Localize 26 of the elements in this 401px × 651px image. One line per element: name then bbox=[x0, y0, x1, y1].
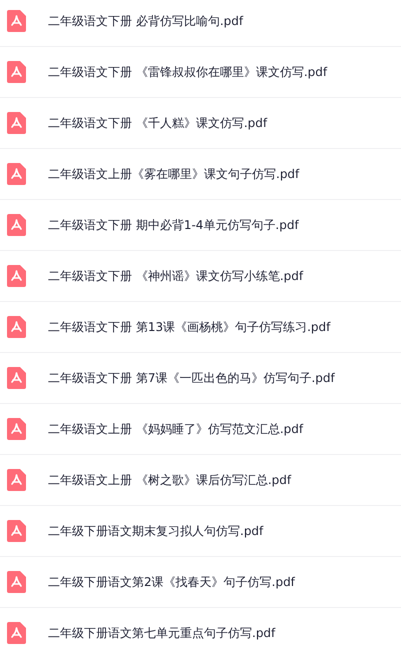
file-name[interactable]: 二年级下册语文第2课《找春天》句子仿写.pdf bbox=[48, 573, 295, 591]
pdf-file-icon bbox=[7, 367, 26, 389]
pdf-file-icon bbox=[7, 418, 26, 440]
file-name[interactable]: 二年级语文下册 第7课《一匹出色的马》仿写句子.pdf bbox=[48, 369, 335, 387]
pdf-file-icon bbox=[7, 469, 26, 491]
file-name[interactable]: 二年级语文下册 《神州谣》课文仿写小练笔.pdf bbox=[48, 267, 304, 285]
file-name[interactable]: 二年级语文下册 期中必背1-4单元仿写句子.pdf bbox=[48, 216, 299, 234]
file-name[interactable]: 二年级语文上册 《妈妈睡了》仿写范文汇总.pdf bbox=[48, 420, 304, 438]
pdf-file-icon bbox=[7, 112, 26, 134]
pdf-file-icon bbox=[7, 520, 26, 542]
pdf-file-icon bbox=[7, 10, 26, 32]
file-name[interactable]: 二年级语文上册《雾在哪里》课文句子仿写.pdf bbox=[48, 165, 300, 183]
pdf-file-icon bbox=[7, 163, 26, 185]
pdf-file-icon bbox=[7, 214, 26, 236]
file-name[interactable]: 二年级下册语文第七单元重点句子仿写.pdf bbox=[48, 624, 276, 642]
file-name[interactable]: 二年级下册语文期末复习拟人句仿写.pdf bbox=[48, 522, 264, 540]
pdf-file-icon bbox=[7, 622, 26, 644]
pdf-file-icon bbox=[7, 265, 26, 287]
pdf-file-icon bbox=[7, 61, 26, 83]
pdf-file-icon bbox=[7, 571, 26, 593]
file-name[interactable]: 二年级语文下册 《雷锋叔叔你在哪里》课文仿写.pdf bbox=[48, 63, 328, 81]
file-name[interactable]: 二年级语文下册 第13课《画杨桃》句子仿写练习.pdf bbox=[48, 318, 330, 336]
pdf-file-icon bbox=[7, 316, 26, 338]
file-name[interactable]: 二年级语文下册 《千人糕》课文仿写.pdf bbox=[48, 114, 268, 132]
file-name[interactable]: 二年级语文上册 《树之歌》课后仿写汇总.pdf bbox=[48, 471, 292, 489]
file-name[interactable]: 二年级语文下册 必背仿写比喻句.pdf bbox=[48, 12, 244, 30]
